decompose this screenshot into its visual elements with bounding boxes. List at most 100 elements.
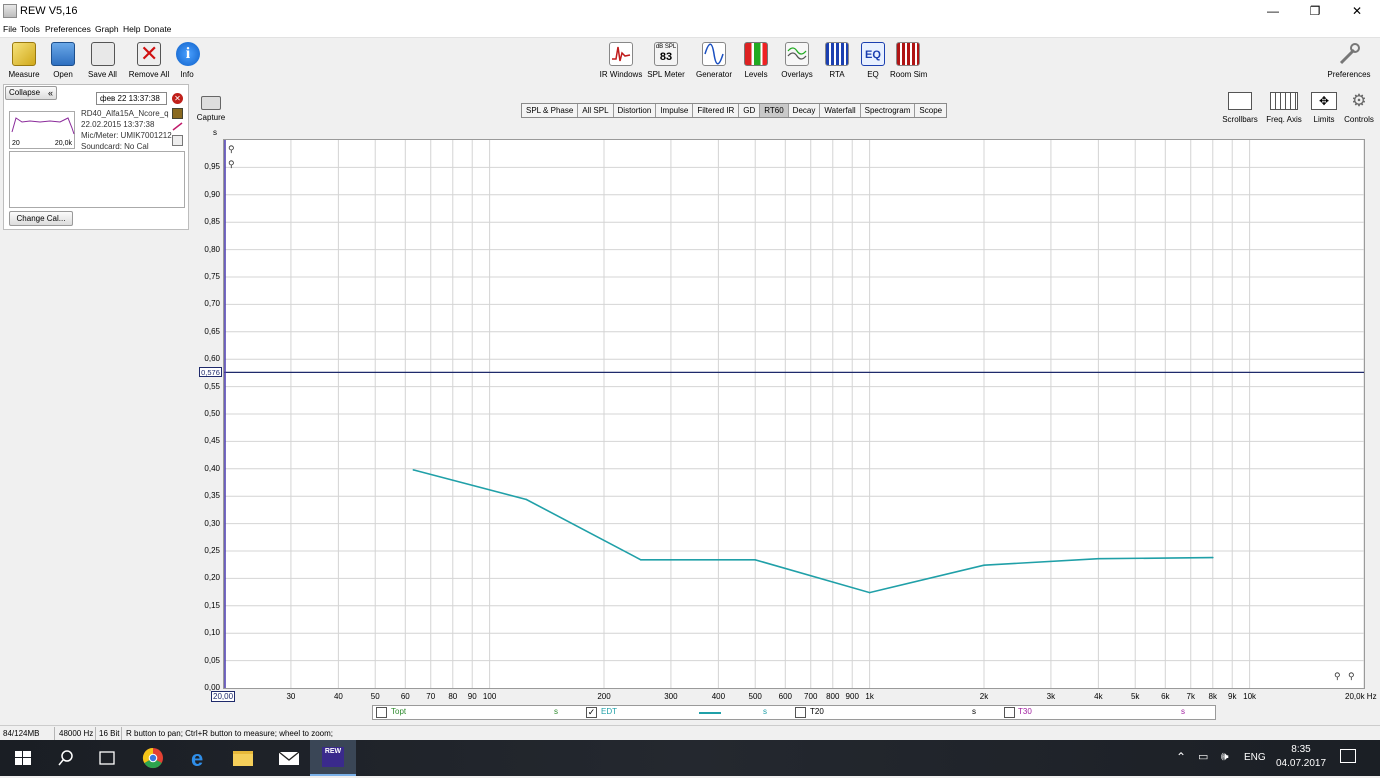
room-sim-button[interactable]: Room Sim [890,42,927,79]
topt-checkbox[interactable] [376,707,387,718]
y-tick-label: 0,55 [204,381,220,391]
limits-button[interactable]: ✥ Limits [1309,92,1339,124]
notes-area[interactable] [9,151,185,208]
collapse-button[interactable]: Collapse « [5,86,57,100]
zoom-icon[interactable]: ⚲ [1334,671,1344,681]
chrome-button[interactable] [130,740,176,776]
open-button[interactable]: Open [48,42,78,79]
overlays-button[interactable]: Overlays [779,42,815,79]
x-tick-label: 600 [778,692,792,701]
series-point-edt [1097,557,1100,560]
levels-button[interactable]: Levels [740,42,772,79]
notifications-icon[interactable] [1340,749,1356,763]
series-point-edt [412,469,415,471]
rt60-plot-area[interactable] [223,139,1365,689]
ir-windows-button[interactable]: IR Windows [598,42,644,79]
info-button[interactable]: i Info [176,42,200,79]
clock-date: 04.07.2017 [1276,758,1327,769]
volume-icon[interactable]: 🕪 [1221,749,1229,764]
preferences-button[interactable]: Preferences [1326,42,1372,79]
x-tick-label: 500 [748,692,762,701]
measure-icon [12,42,36,66]
y-tick-label: 0,30 [204,518,220,528]
pen-icon[interactable] [172,122,183,131]
x-tick-label: 70 [426,692,436,701]
legend-t30: T30 [1018,707,1032,716]
delete-measurement-icon[interactable]: ✕ [172,93,183,104]
measurement-thumbnail[interactable]: 20 20,0k [9,111,75,149]
spl-meter-button[interactable]: dB SPL 83 SPL Meter [647,42,685,79]
tab-rt60[interactable]: RT60 [760,104,789,117]
close-button[interactable]: ✕ [1334,0,1380,22]
zoom-icon[interactable]: ⚲ [228,144,238,154]
windows-taskbar: e REW ⌃ ▭ 🕪 ENG 8:35 04.07.2017 [0,740,1380,776]
measurement-name-field[interactable]: фев 22 13:37:38 [96,92,167,105]
tab-all-spl[interactable]: All SPL [578,104,614,117]
rew-taskbar-button[interactable]: REW [310,740,356,776]
menu-graph[interactable]: Graph [95,24,119,34]
edt-checkbox[interactable]: ✓ [586,707,597,718]
spl-meter-icon: dB SPL 83 [654,42,678,66]
legend-bar: Topt s ✓ EDT s T20 s T30 s [372,705,1216,720]
menu-file[interactable]: File [3,24,17,34]
measurement-notes-icon[interactable] [172,135,183,146]
overlays-glyph [787,47,807,60]
task-view-icon [99,751,115,765]
remove-icon: ✕ [137,41,161,66]
zoom-icon[interactable]: ⚲ [228,159,238,169]
measurement-color-icon[interactable] [172,108,183,119]
capture-button[interactable]: Capture [195,96,227,122]
tab-spectrogram[interactable]: Spectrogram [861,104,916,117]
zoom-icon[interactable]: ⚲ [1348,671,1358,681]
y-tick-label: 0,25 [204,546,220,555]
task-view-button[interactable] [84,740,130,776]
generator-button[interactable]: Generator [694,42,734,79]
save-all-button[interactable]: Save All [86,42,119,79]
chevron-up-icon[interactable]: ⌃ [1176,750,1186,764]
search-button[interactable] [42,740,88,776]
rta-button[interactable]: RTA [823,42,851,79]
freq-axis-button[interactable]: Freq. Axis [1264,92,1304,124]
menu-donate[interactable]: Donate [144,24,171,34]
tab-scope[interactable]: Scope [915,104,946,117]
scrollbars-button[interactable]: Scrollbars [1220,92,1260,124]
menu-preferences[interactable]: Preferences [45,24,91,34]
remove-all-button[interactable]: ✕ Remove All [127,41,171,79]
mail-button[interactable] [266,740,312,776]
series-point-edt [754,558,757,561]
tab-gd[interactable]: GD [739,104,761,117]
spl-meter-badge-value: 83 [659,51,673,63]
eq-icon: EQ [861,42,885,66]
edge-button[interactable]: e [176,740,222,776]
controls-button[interactable]: ⚙ Controls [1342,92,1376,125]
start-button[interactable] [0,740,46,776]
x-tick-label: 60 [400,692,410,701]
thumbnail-min-label: 20 [12,140,20,147]
eq-button[interactable]: EQ EQ [859,42,887,79]
y-tick-label: 0,50 [204,409,220,418]
windows-logo-icon [15,751,31,765]
menu-tools[interactable]: Tools [20,24,40,34]
measurement-info: RD40_Alfa15A_Ncore_q 22.02.2015 13:37:38… [81,108,172,152]
tab-spl-phase[interactable]: SPL & Phase [522,104,579,117]
series-point-edt [640,558,642,561]
file-explorer-button[interactable] [220,740,266,776]
menu-help[interactable]: Help [123,24,140,34]
tab-impulse[interactable]: Impulse [656,104,694,117]
tab-decay[interactable]: Decay [789,104,821,117]
tab-filtered-ir[interactable]: Filtered IR [693,104,740,117]
limits-icon: ✥ [1311,92,1337,110]
minimize-button[interactable]: — [1250,0,1296,22]
room-sim-icon [896,42,920,66]
tab-waterfall[interactable]: Waterfall [820,104,861,117]
tab-distortion[interactable]: Distortion [614,104,657,117]
t20-checkbox[interactable] [795,707,806,718]
t30-checkbox[interactable] [1004,707,1015,718]
language-indicator[interactable]: ENG [1244,752,1266,763]
measure-button[interactable]: Measure [6,42,42,79]
network-icon[interactable]: ▭ [1198,750,1208,763]
restore-button[interactable]: ❐ [1292,0,1338,22]
y-axis-unit: s [213,128,217,137]
clock[interactable]: 8:35 04.07.2017 [1276,743,1326,771]
change-cal-button[interactable]: Change Cal... [9,211,73,226]
